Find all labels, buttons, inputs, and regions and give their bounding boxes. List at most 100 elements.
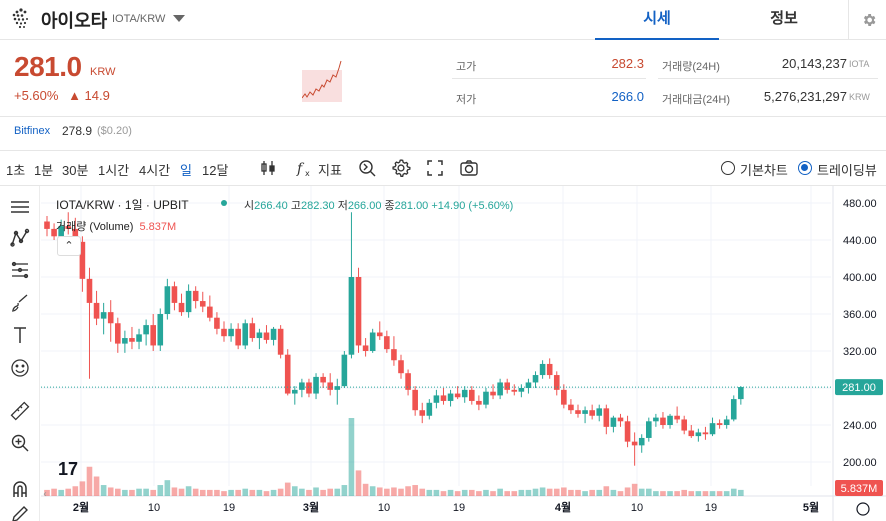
- candle-body: [532, 375, 539, 383]
- candle-body: [617, 417, 624, 422]
- interval-1h[interactable]: 1시간: [98, 160, 129, 179]
- indicator-button[interactable]: 지표: [318, 160, 342, 179]
- candle-body: [709, 423, 716, 435]
- change-percent: +5.60%: [14, 88, 59, 103]
- candle-body: [292, 389, 298, 394]
- volume-bar: [292, 486, 298, 496]
- close-label: 종: [384, 200, 395, 212]
- function-icon[interactable]: f x: [295, 158, 315, 178]
- volume-bar: [150, 489, 156, 496]
- coin-name: 아이오타: [41, 11, 108, 31]
- candle-body: [270, 328, 277, 340]
- exchange-name[interactable]: Bitfinex: [14, 125, 50, 137]
- candle-body: [327, 382, 333, 390]
- text-icon[interactable]: [10, 325, 30, 345]
- volume-bar: [582, 491, 588, 496]
- alert-icon[interactable]: [357, 158, 377, 178]
- volume-bar: [709, 491, 716, 496]
- brush-icon[interactable]: [10, 293, 30, 313]
- candle-body: [419, 410, 426, 416]
- candle-body: [115, 323, 121, 344]
- interval-1m[interactable]: 1분: [34, 160, 53, 179]
- candle-body: [568, 404, 574, 411]
- volume-bar: [263, 491, 270, 496]
- interval-4h[interactable]: 4시간: [139, 160, 170, 179]
- volume-bar: [483, 489, 489, 496]
- candle-body: [539, 363, 546, 376]
- volume-bar: [419, 488, 426, 496]
- trend-line-icon[interactable]: [10, 228, 30, 248]
- candle-body: [256, 332, 263, 339]
- magnet-icon[interactable]: [10, 479, 30, 499]
- drawing-toolbar: [0, 186, 40, 521]
- basic-chart-radio[interactable]: [721, 161, 735, 175]
- candle-body: [178, 302, 185, 313]
- pencil-lock-icon[interactable]: [10, 504, 30, 521]
- volume-legend: 거래량 (Volume) 5.837M: [56, 218, 176, 234]
- volume-bar: [603, 486, 610, 496]
- crosshair-lines-icon[interactable]: [10, 197, 30, 217]
- candle-body: [263, 332, 270, 340]
- volume-bar: [702, 491, 709, 496]
- candle-body: [426, 402, 433, 416]
- candlestick-chart[interactable]: 480.00440.00400.00360.00320.00280.00240.…: [41, 186, 886, 521]
- interval-1d[interactable]: 일: [180, 160, 192, 179]
- candle-type-icon[interactable]: [258, 158, 278, 178]
- tab-quote[interactable]: 시세: [595, 0, 719, 40]
- price-tick-label: 360.00: [843, 309, 877, 321]
- volume-legend-value: 5.837M: [139, 221, 177, 233]
- date-tick-label: 10: [148, 502, 160, 514]
- settings-button[interactable]: [848, 0, 886, 40]
- price-tick-label: 240.00: [843, 420, 877, 432]
- iota-logo-icon: [12, 8, 28, 29]
- volume-bar: [107, 487, 114, 496]
- volume-bar: [355, 470, 362, 496]
- candle-body: [553, 375, 560, 390]
- volume-bar: [653, 491, 659, 496]
- volume-bar: [681, 489, 687, 496]
- volume-bar: [688, 491, 695, 496]
- ruler-icon[interactable]: [10, 401, 30, 421]
- candle-body: [235, 328, 241, 346]
- fib-icon[interactable]: [10, 260, 30, 280]
- volume-bar: [617, 491, 624, 496]
- volume-bar: [433, 489, 440, 496]
- volume-bar: [553, 488, 560, 496]
- camera-icon[interactable]: [459, 158, 479, 178]
- candle-body: [207, 306, 213, 318]
- emoji-icon[interactable]: [10, 358, 30, 378]
- high-value: 282.30: [300, 200, 335, 212]
- volume-bar: [638, 488, 645, 496]
- chart-canvas[interactable]: 480.00440.00400.00360.00320.00280.00240.…: [41, 186, 886, 521]
- candle-body: [100, 312, 107, 319]
- coin-dropdown-icon[interactable]: [173, 15, 185, 22]
- volume-bar: [596, 489, 603, 496]
- volume-value: 20,143,237: [781, 56, 847, 71]
- candle-body: [136, 334, 142, 342]
- tab-info[interactable]: 정보: [722, 0, 846, 40]
- amount-value: 5,276,231,297: [763, 89, 847, 104]
- candle-body: [716, 423, 723, 425]
- interval-1s[interactable]: 1초: [6, 160, 25, 179]
- date-tick-label: 10: [378, 502, 390, 514]
- high-value: 282.3: [611, 56, 644, 71]
- tradingview-radio[interactable]: [798, 161, 812, 175]
- candle-body: [93, 302, 100, 319]
- chart-settings-icon[interactable]: [391, 158, 411, 178]
- price-unit: KRW: [90, 66, 116, 78]
- candle-body: [561, 389, 567, 405]
- volume-bar: [412, 485, 418, 496]
- interval-30m[interactable]: 30분: [62, 160, 88, 179]
- fullscreen-icon[interactable]: [425, 158, 445, 178]
- legend-collapse-button[interactable]: ⌃: [57, 236, 81, 256]
- candle-body: [376, 332, 383, 337]
- tradingview-label[interactable]: 트레이딩뷰: [817, 160, 877, 179]
- volume-bar: [723, 491, 730, 496]
- open-value: 266.40: [254, 200, 288, 212]
- date-tick-label: 2월: [73, 500, 89, 514]
- basic-chart-label[interactable]: 기본차트: [740, 160, 788, 179]
- interval-12mo[interactable]: 12달: [202, 160, 228, 179]
- candle-body: [596, 408, 603, 416]
- zoom-in-icon[interactable]: [10, 433, 30, 453]
- volume-legend-label: 거래량 (Volume): [56, 221, 134, 233]
